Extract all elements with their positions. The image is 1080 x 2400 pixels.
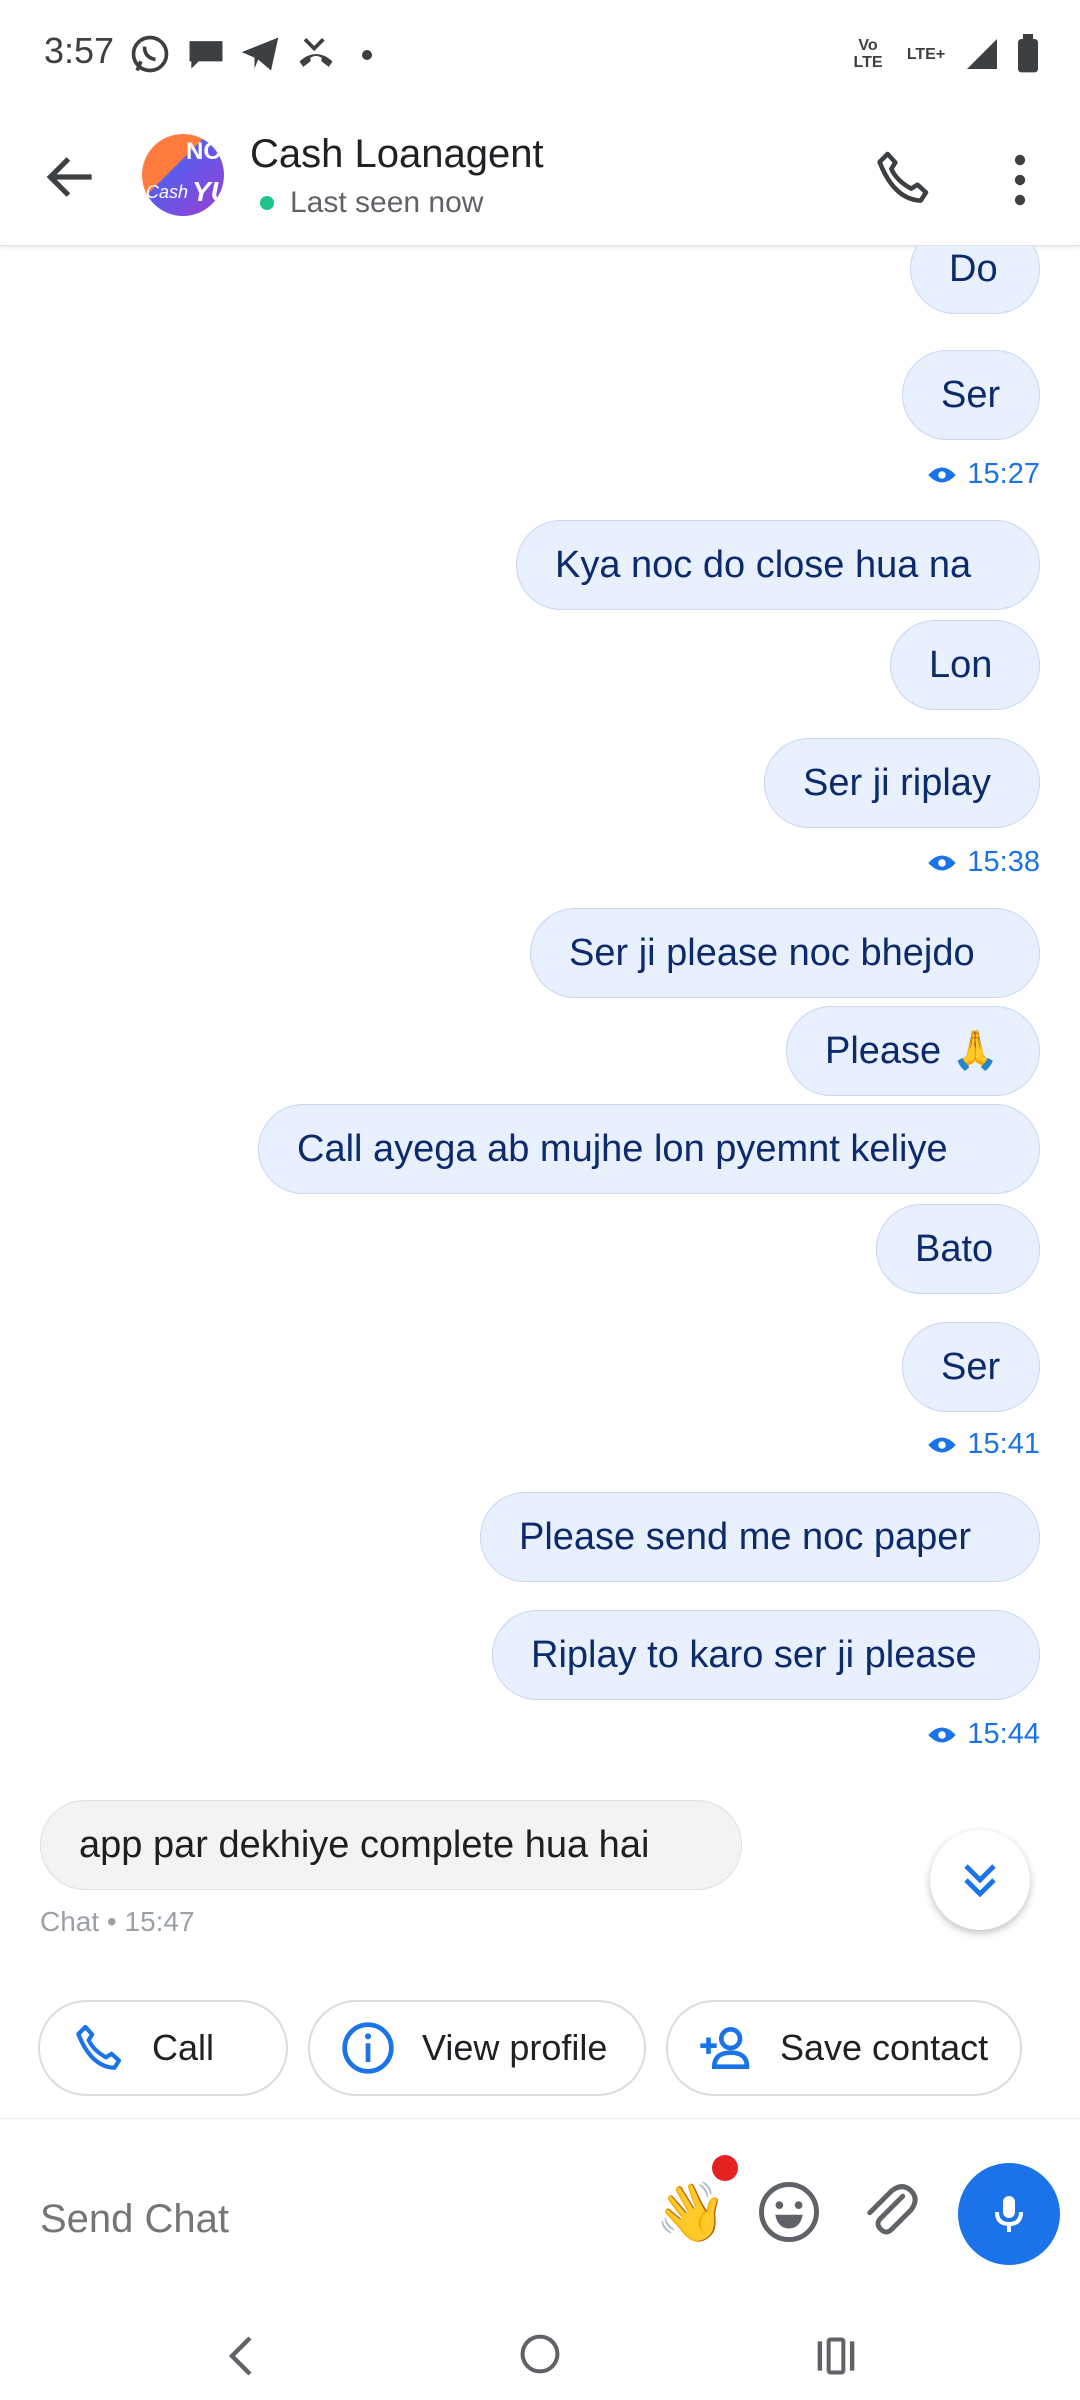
chat-icon	[189, 41, 223, 69]
call-chip-label: Call	[152, 2027, 215, 2068]
eye-icon	[928, 1437, 957, 1452]
notification-dot	[712, 2155, 738, 2181]
person-add-icon	[700, 2027, 750, 2069]
status-bar: 3:57 Vo LTE LTE+	[0, 0, 1080, 110]
seen-time: 15:44	[967, 1718, 1040, 1750]
info-icon	[342, 2022, 394, 2074]
save-contact-chip[interactable]: Save contact	[666, 2000, 1022, 2096]
more-notifications-dot	[362, 50, 372, 60]
message-bubble-outgoing[interactable]: Please send me noc paper	[480, 1492, 1040, 1582]
seen-time: 15:41	[967, 1428, 1040, 1460]
message-list[interactable]: Do Ser 15:27 Kya noc do close hua na Lon…	[0, 246, 1080, 1976]
eye-icon	[928, 855, 957, 870]
avatar[interactable]: NC Cash YU	[142, 134, 224, 216]
online-indicator	[260, 196, 274, 210]
signal-icon	[967, 39, 997, 69]
message-bubble-outgoing[interactable]: Lon	[890, 620, 1040, 710]
nav-back-icon[interactable]	[222, 2332, 262, 2380]
seen-time: 15:38	[967, 846, 1040, 878]
back-arrow-icon[interactable]	[40, 146, 102, 208]
message-bubble-incoming[interactable]: app par dekhiye complete hua hai	[40, 1800, 742, 1890]
message-bubble-outgoing[interactable]: Kya noc do close hua na	[516, 520, 1040, 610]
eye-icon	[928, 1727, 957, 1742]
missed-call-icon	[299, 38, 333, 67]
message-bubble-outgoing[interactable]: Ser ji please noc bhejdo	[530, 908, 1040, 998]
message-bubble-outgoing[interactable]: Call ayega ab mujhe lon pyemnt keliye	[258, 1104, 1040, 1194]
system-nav-bar	[0, 2308, 1080, 2400]
contact-name[interactable]: Cash Loanagent	[250, 132, 544, 177]
phone-icon	[76, 2024, 122, 2070]
view-profile-chip-label: View profile	[422, 2027, 608, 2068]
message-input[interactable]	[40, 2189, 620, 2249]
message-bubble-outgoing[interactable]: Riplay to karo ser ji please	[492, 1610, 1040, 1700]
message-bubble-outgoing[interactable]: Ser ji riplay	[764, 738, 1040, 828]
message-bubble-outgoing[interactable]: Ser	[902, 350, 1040, 440]
chevron-double-down-icon	[964, 1864, 996, 1898]
mic-icon	[995, 2196, 1023, 2232]
lte-label: LTE+	[906, 45, 946, 63]
mic-button[interactable]	[958, 2163, 1060, 2265]
chat-header: NC Cash YU Cash Loanagent Last seen now	[0, 110, 1080, 246]
telegram-icon	[241, 37, 279, 71]
avatar-text: NC	[186, 138, 221, 165]
seen-timestamp: 15:41	[927, 1428, 1040, 1461]
seen-timestamp: 15:27	[927, 458, 1040, 491]
more-vert-icon[interactable]	[1000, 150, 1040, 210]
message-bubble-outgoing[interactable]: Bato	[876, 1204, 1040, 1294]
composer: 👋	[0, 2118, 1080, 2309]
save-contact-chip-label: Save contact	[780, 2027, 989, 2068]
avatar-text: Cash	[146, 182, 189, 202]
avatar-text: YU	[192, 176, 224, 207]
status-right: Vo LTE LTE+	[848, 28, 1040, 80]
message-bubble-outgoing[interactable]: Ser	[902, 1322, 1040, 1412]
seen-timestamp: 15:38	[927, 846, 1040, 879]
message-bubble-outgoing[interactable]: Please 🙏	[786, 1006, 1040, 1096]
message-bubble-outgoing[interactable]: Do	[910, 246, 1040, 314]
emoji-icon[interactable]	[756, 2179, 822, 2245]
seen-time: 15:27	[967, 458, 1040, 490]
nav-recents-icon[interactable]	[814, 2334, 858, 2378]
battery-icon	[1018, 34, 1038, 73]
call-chip[interactable]: Call	[38, 2000, 288, 2096]
presence-status: Last seen now	[290, 186, 484, 219]
paperclip-icon[interactable]	[856, 2177, 922, 2243]
eye-icon	[928, 467, 957, 482]
message-meta: Chat • 15:47	[40, 1906, 195, 1937]
whatsapp-icon	[131, 35, 169, 73]
view-profile-chip[interactable]: View profile	[308, 2000, 646, 2096]
scroll-to-bottom-button[interactable]	[930, 1830, 1030, 1930]
phone-icon[interactable]	[870, 146, 934, 210]
status-time: 3:57	[44, 30, 115, 71]
nav-home-icon[interactable]	[518, 2332, 562, 2376]
volte-label: Vo LTE	[853, 37, 883, 71]
seen-timestamp: 15:44	[927, 1718, 1040, 1751]
wave-emoji-icon[interactable]: 👋	[655, 2179, 727, 2247]
